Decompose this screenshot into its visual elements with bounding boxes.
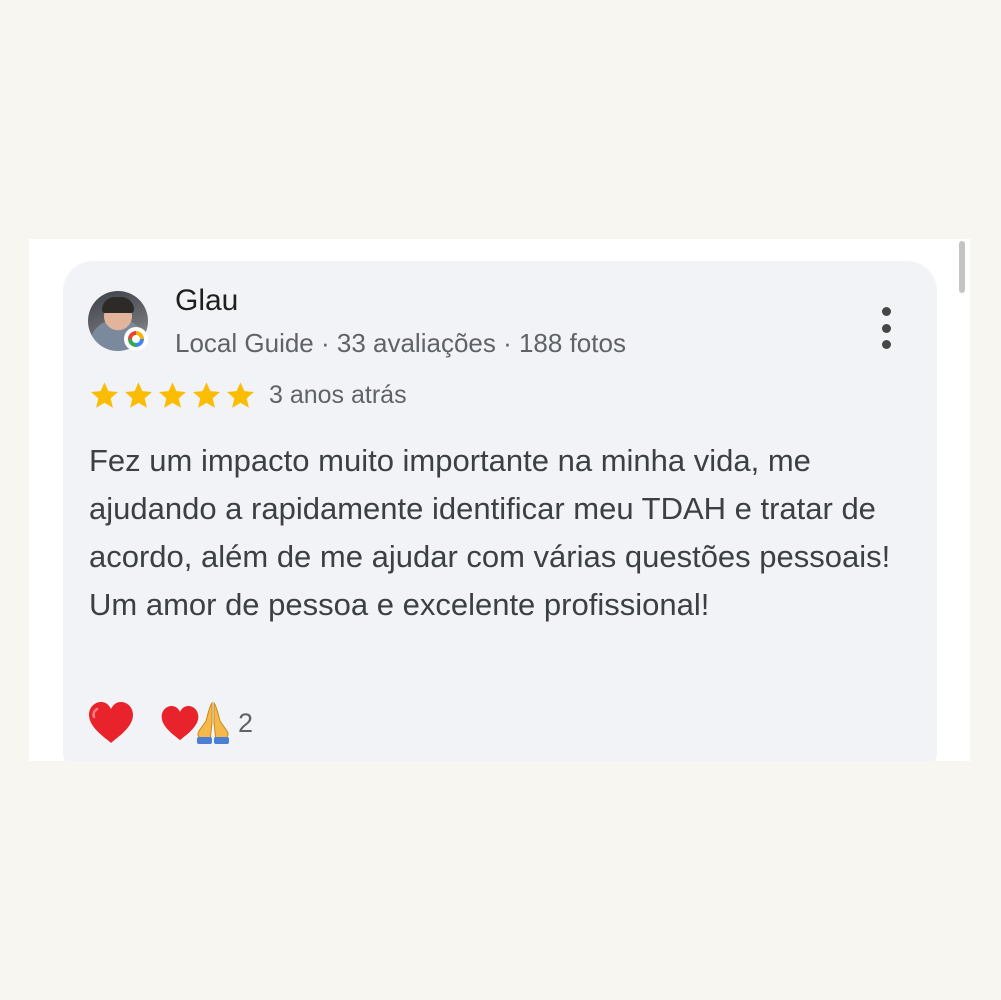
- heart-reaction-button[interactable]: [86, 698, 136, 748]
- heart-icon: [89, 702, 133, 743]
- review-panel: Glau Local Guide · 33 avaliações · 188 f…: [29, 239, 970, 761]
- more-vertical-icon: [881, 307, 891, 316]
- rating-row: 3 anos atrás: [89, 375, 407, 415]
- reactions-bar: 2: [86, 697, 253, 749]
- star-icon: [91, 381, 118, 408]
- star-icon: [227, 381, 254, 408]
- reactions-summary[interactable]: 2: [160, 701, 253, 745]
- star-icon: [125, 381, 152, 408]
- star-icon: [193, 381, 220, 408]
- star-rating: [89, 380, 256, 411]
- reviewer-meta[interactable]: Local Guide · 33 avaliações · 188 fotos: [175, 328, 626, 359]
- review-date: 3 anos atrás: [269, 380, 407, 409]
- more-options-button[interactable]: [871, 303, 901, 353]
- review-text: Fez um impacto muito importante na minha…: [89, 443, 891, 622]
- reviewer-name[interactable]: Glau: [175, 284, 238, 318]
- praying-hands-icon: [197, 701, 229, 744]
- local-guide-badge-icon: [124, 327, 148, 351]
- scrollbar[interactable]: [959, 241, 965, 293]
- review-card: Glau Local Guide · 33 avaliações · 188 f…: [63, 261, 937, 761]
- reactions-count: 2: [238, 707, 254, 738]
- avatar-hair: [102, 297, 134, 313]
- star-icon: [159, 381, 186, 408]
